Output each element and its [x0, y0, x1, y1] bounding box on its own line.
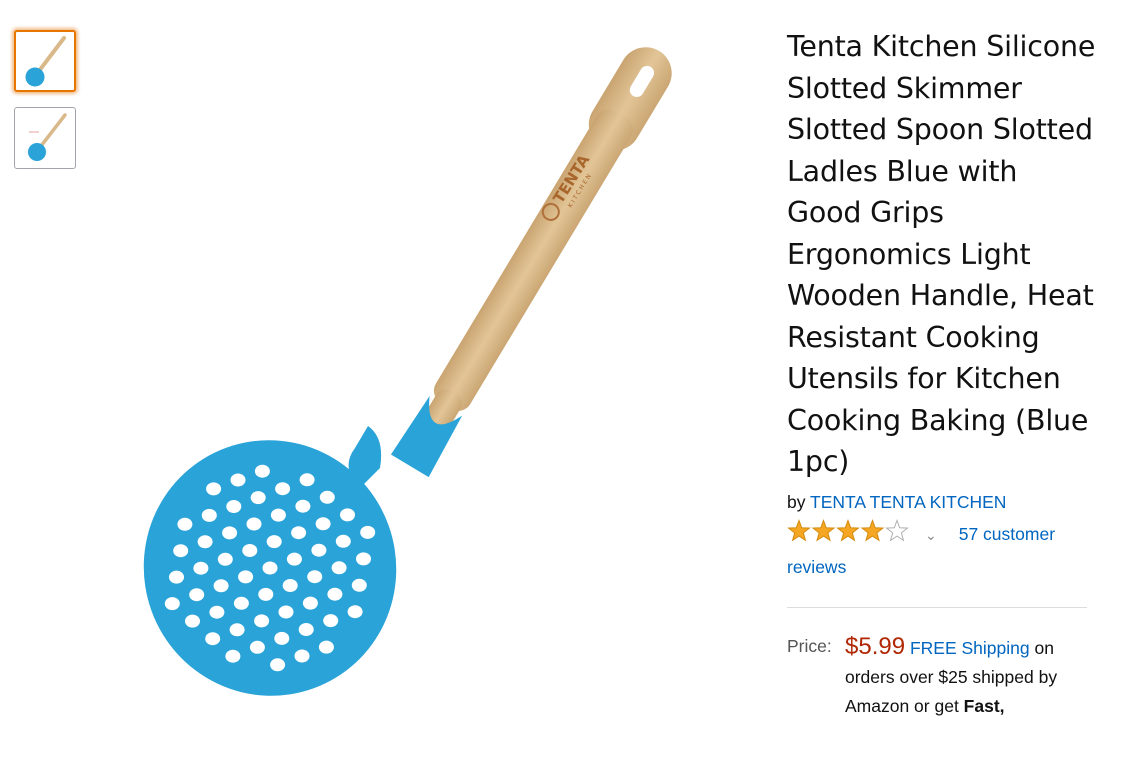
slot-hole: [254, 464, 270, 478]
slot-hole: [177, 517, 193, 531]
slot-hole: [185, 614, 200, 628]
slot-hole: [229, 623, 245, 637]
slot-hole: [189, 588, 205, 602]
thumbnail-strip: [14, 30, 82, 184]
price-body: $5.99 FREE Shipping on orders over $25 s…: [845, 632, 1097, 721]
price-value: $5.99: [845, 632, 906, 660]
slot-hole: [250, 491, 266, 505]
slot-hole: [230, 473, 246, 487]
divider: [787, 606, 1087, 608]
slot-hole: [217, 552, 233, 566]
slot-hole: [347, 605, 363, 619]
slot-hole: [323, 614, 339, 628]
star-rating[interactable]: [787, 518, 911, 552]
stars-icon: [787, 518, 909, 542]
slot-hole: [302, 596, 318, 610]
slot-hole: [266, 535, 282, 549]
rating-row: ⌄ 57 customer reviews: [787, 518, 1097, 582]
byline: by TENTA TENTA KITCHEN: [787, 492, 1097, 513]
slot-hole: [274, 631, 290, 645]
slot-hole: [318, 640, 334, 654]
slot-hole: [242, 544, 258, 557]
slot-hole: [327, 587, 343, 601]
slot-hole: [270, 658, 286, 672]
slot-hole: [360, 525, 376, 539]
slot-hole: [254, 614, 270, 628]
slot-hole: [193, 561, 209, 575]
slot-hole: [209, 605, 225, 619]
slot-hole: [356, 552, 371, 566]
slot-hole: [299, 473, 315, 487]
slot-hole: [335, 534, 351, 548]
slot-hole: [246, 517, 262, 531]
spoon-thumbnail-icon: [28, 113, 67, 161]
product-title: Tenta Kitchen Silicone Slotted Skimmer S…: [787, 30, 1096, 478]
star-filled-icon: [811, 518, 836, 542]
slot-hole: [222, 526, 238, 540]
slot-hole: [319, 490, 335, 504]
price-row: Price: $5.99 FREE Shipping on orders ove…: [787, 632, 1097, 721]
slot-hole: [226, 500, 242, 513]
slot-hole: [173, 544, 189, 558]
slot-hole: [315, 517, 331, 531]
slot-hole: [298, 623, 314, 636]
slot-hole: [275, 482, 291, 496]
slot-hole: [311, 543, 327, 557]
slot-hole: [291, 526, 307, 540]
slot-hole: [213, 579, 229, 593]
price-label: Price:: [787, 635, 832, 656]
slot-hole: [169, 570, 184, 584]
star-filled-icon: [836, 518, 860, 542]
by-label: by: [787, 491, 806, 512]
slot-hole: [340, 508, 355, 522]
slot-hole: [201, 508, 217, 522]
slot-hole: [270, 508, 286, 522]
star-empty-icon: [885, 518, 909, 542]
slot-hole: [295, 499, 311, 513]
slot-hole: [205, 632, 221, 646]
brand-link[interactable]: TENTA TENTA KITCHEN: [810, 492, 1006, 512]
slot-hole: [238, 570, 254, 584]
slot-hole: [258, 587, 274, 601]
spoon-thumbnail-icon: [25, 36, 66, 87]
free-shipping-link[interactable]: FREE Shipping: [910, 638, 1030, 658]
product-details: Tenta Kitchen Silicone Slotted Skimmer S…: [787, 26, 1097, 721]
slot-hole: [294, 649, 310, 663]
slot-hole: [307, 570, 323, 584]
slot-hole: [331, 561, 347, 575]
slot-hole: [262, 561, 278, 575]
slot-hole: [206, 482, 222, 496]
thumbnail-1[interactable]: [14, 30, 76, 92]
slot-hole: [164, 597, 180, 611]
thumbnail-2[interactable]: [14, 107, 76, 169]
slot-hole: [278, 605, 294, 619]
star-filled-icon: [860, 518, 885, 542]
slot-hole: [233, 596, 249, 610]
slot-hole: [225, 649, 241, 663]
slotted-spoon-illustration: TENTA KITCHEN: [143, 47, 672, 696]
slot-hole: [286, 552, 302, 566]
main-product-image[interactable]: TENTA KITCHEN: [110, 28, 720, 728]
slot-hole: [249, 640, 265, 654]
star-filled-icon: [787, 518, 811, 542]
slot-hole: [282, 579, 298, 592]
shipping-fast-text: Fast,: [963, 695, 1005, 716]
slot-hole: [351, 578, 367, 592]
slot-hole: [197, 535, 213, 549]
chevron-down-icon[interactable]: ⌄: [925, 520, 937, 550]
